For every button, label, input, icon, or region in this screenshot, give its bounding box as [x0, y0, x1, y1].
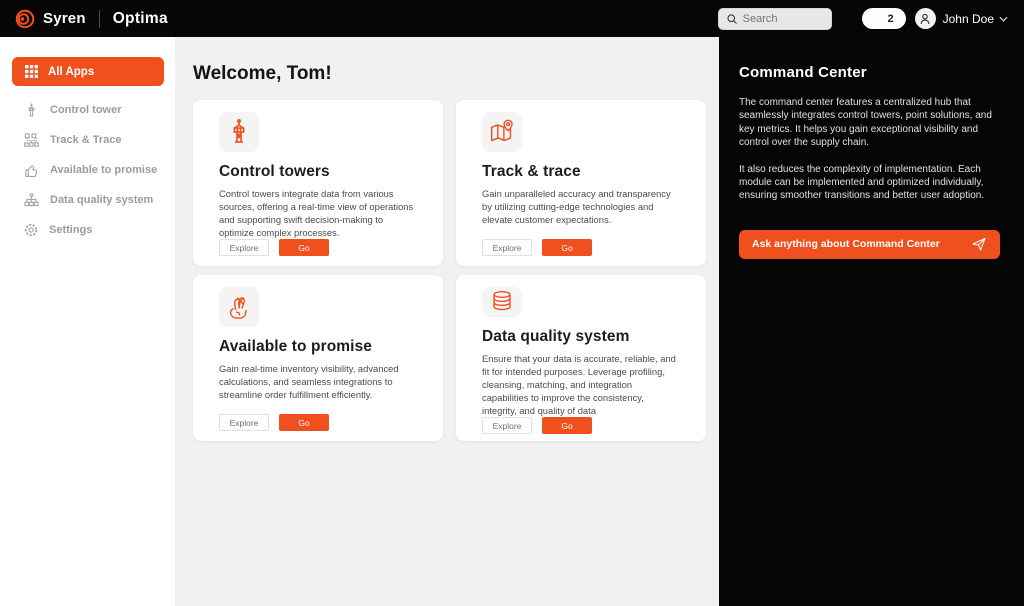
notification-badge[interactable]: 2: [861, 8, 906, 29]
card-icon-container: [482, 287, 522, 317]
go-button[interactable]: Go: [279, 239, 329, 256]
topbar: Syren Optima 2 John Doe: [0, 0, 1024, 37]
sidebar-item-label: All Apps: [48, 65, 95, 78]
app-cards-grid: Control towers Control towers integrate …: [193, 100, 719, 441]
sidebar-item-label: Data quality system: [50, 194, 154, 206]
go-button[interactable]: Go: [542, 417, 592, 434]
go-button[interactable]: Go: [279, 414, 329, 431]
explore-button[interactable]: Explore: [219, 239, 269, 256]
brand-name: Syren: [43, 10, 86, 27]
brand: Syren: [14, 8, 86, 30]
sidebar-item-control-tower[interactable]: Control tower: [0, 95, 175, 125]
explore-button[interactable]: Explore: [482, 239, 532, 256]
sidebar: All Apps Control tower Track & Trace Ava…: [0, 37, 175, 606]
control-tower-icon: [24, 103, 39, 118]
go-button[interactable]: Go: [542, 239, 592, 256]
card-description: Ensure that your data is accurate, relia…: [482, 353, 676, 416]
control-tower-icon: [225, 118, 253, 146]
card-icon-container: [482, 112, 522, 152]
panel-title: Command Center: [739, 64, 867, 81]
card-title: Track & trace: [482, 163, 581, 180]
user-name: John Doe: [942, 11, 994, 26]
sidebar-item-label: Track & Trace: [50, 134, 122, 146]
card-description: Gain real-time inventory visibility, adv…: [219, 363, 399, 400]
database-icon: [487, 287, 517, 317]
panel-paragraph: The command center features a centralize…: [739, 97, 992, 149]
nodes-icon: [24, 132, 39, 148]
product-name: Optima: [112, 9, 168, 27]
sidebar-item-all-apps[interactable]: All Apps: [12, 57, 164, 86]
avatar: [914, 8, 936, 29]
card-description: Gain unparalleled accuracy and transpare…: [482, 188, 671, 225]
thumbs-up-icon: [24, 163, 39, 178]
grid-icon: [25, 65, 38, 78]
user-menu[interactable]: John Doe: [914, 8, 1008, 29]
search-icon: [726, 13, 738, 25]
explore-button[interactable]: Explore: [219, 414, 269, 431]
notification-count: 2: [887, 12, 894, 25]
sidebar-item-label: Available to promise: [50, 164, 158, 176]
card-track-trace: Track & trace Gain unparalleled accuracy…: [456, 100, 706, 266]
card-icon-container: [219, 287, 259, 327]
sidebar-item-label: Control tower: [50, 104, 122, 116]
syren-logo-icon: [14, 8, 36, 30]
card-icon-container: [219, 112, 259, 152]
explore-button[interactable]: Explore: [482, 417, 532, 434]
card-control-towers: Control towers Control towers integrate …: [193, 100, 443, 266]
search-input[interactable]: [742, 12, 824, 25]
command-center-panel: Command Center The command center featur…: [719, 37, 1024, 606]
cta-label: Ask anything about Command Center: [752, 238, 940, 251]
crossed-fingers-icon: [224, 292, 254, 322]
main-content: Welcome, Tom! Control towers Control tow…: [175, 37, 719, 606]
sidebar-item-settings[interactable]: Settings: [0, 215, 175, 245]
chevron-down-icon: [999, 16, 1008, 22]
card-data-quality-system: Data quality system Ensure that your dat…: [456, 275, 706, 441]
sidebar-item-label: Settings: [49, 224, 93, 236]
hierarchy-icon: [24, 192, 39, 208]
page-title: Welcome, Tom!: [193, 63, 332, 84]
panel-paragraph: It also reduces the complexity of implem…: [739, 163, 985, 202]
card-title: Control towers: [219, 163, 330, 180]
card-available-to-promise: Available to promise Gain real-time inve…: [193, 275, 443, 441]
search-box[interactable]: [717, 7, 832, 30]
send-icon: [971, 236, 987, 252]
ask-command-center-button[interactable]: Ask anything about Command Center: [739, 229, 1000, 259]
sidebar-item-track-trace[interactable]: Track & Trace: [0, 125, 175, 155]
card-title: Data quality system: [482, 328, 630, 345]
gear-icon: [24, 223, 38, 237]
sidebar-item-data-quality-system[interactable]: Data quality system: [0, 185, 175, 215]
card-title: Available to promise: [219, 338, 373, 355]
card-description: Control towers integrate data from vario…: [219, 188, 414, 238]
brand-divider: [98, 9, 100, 28]
sidebar-item-available-to-promise[interactable]: Available to promise: [0, 155, 175, 185]
map-pin-icon: [487, 117, 517, 147]
